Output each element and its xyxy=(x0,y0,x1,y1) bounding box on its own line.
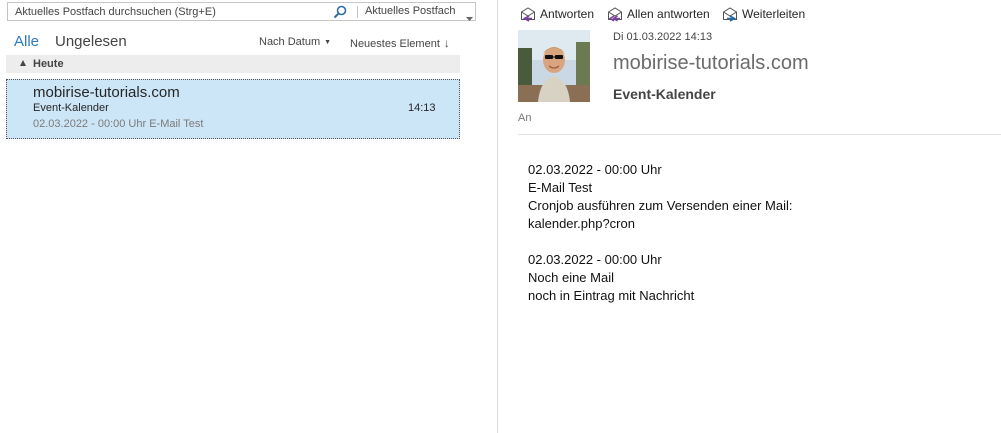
arrow-down-icon: ↓ xyxy=(443,36,450,50)
chevron-down-icon xyxy=(466,9,473,21)
sort-order-label: Neuestes Element xyxy=(350,38,440,50)
body-line: Cronjob ausführen zum Versenden einer Ma… xyxy=(528,198,793,213)
forward-button[interactable]: Weiterleiten xyxy=(722,5,814,23)
body-line: 02.03.2022 - 00:00 Uhr xyxy=(528,162,662,177)
mail-item-preview: 02.03.2022 - 00:00 Uhr E-Mail Test xyxy=(33,118,204,130)
message-body[interactable]: 02.03.2022 - 00:00 Uhr E-Mail Test Cronj… xyxy=(528,161,968,305)
mail-item-subject: Event-Kalender xyxy=(33,102,109,114)
search-scope-label: Aktuelles Postfach xyxy=(365,5,456,17)
sort-order-button[interactable]: Neuestes Element ↓ xyxy=(350,36,450,50)
group-header-today[interactable]: Heute xyxy=(6,55,460,73)
sender-avatar xyxy=(518,30,590,102)
forward-label: Weiterleiten xyxy=(742,7,806,21)
reading-pane: Antworten Allen antworten Weiterleiten D… xyxy=(498,0,1001,433)
reply-all-label: Allen antworten xyxy=(627,7,710,21)
search-box[interactable]: Aktuelles Postfach xyxy=(7,2,476,21)
caret-down-icon: ▼ xyxy=(324,39,332,46)
search-scope-dropdown[interactable]: Aktuelles Postfach xyxy=(365,3,475,21)
reply-label: Antworten xyxy=(540,7,595,21)
reply-icon xyxy=(520,6,537,22)
filter-all-tab[interactable]: Alle xyxy=(14,33,39,50)
reply-all-icon xyxy=(607,6,624,22)
search-scope-divider xyxy=(357,6,358,18)
body-line xyxy=(528,233,968,251)
forward-icon xyxy=(722,6,739,22)
filter-bar: Alle Ungelesen Nach Datum ▼ Neuestes Elem… xyxy=(0,30,470,52)
body-line: Noch eine Mail xyxy=(528,270,614,285)
reply-all-button[interactable]: Allen antworten xyxy=(607,5,715,23)
sort-by-dropdown[interactable]: Nach Datum ▼ xyxy=(259,36,331,48)
body-line: 02.03.2022 - 00:00 Uhr xyxy=(528,252,662,267)
message-subject: Event-Kalender xyxy=(613,86,716,102)
body-line: kalender.php?cron xyxy=(528,216,635,231)
collapse-triangle-icon[interactable] xyxy=(20,60,26,66)
message-date: Di 01.03.2022 14:13 xyxy=(613,31,713,43)
search-input[interactable] xyxy=(8,3,335,20)
search-icon[interactable] xyxy=(333,5,347,19)
mail-item-time: 14:13 xyxy=(408,102,436,114)
filter-unread-tab[interactable]: Ungelesen xyxy=(55,33,127,50)
header-divider xyxy=(518,134,1001,135)
message-sender[interactable]: mobirise-tutorials.com xyxy=(613,52,809,75)
reply-button[interactable]: Antworten xyxy=(520,5,600,23)
sort-by-label: Nach Datum xyxy=(259,36,321,48)
body-line: E-Mail Test xyxy=(528,180,593,195)
message-to-label: An xyxy=(518,112,532,124)
mail-list-item[interactable]: mobirise-tutorials.com Event-Kalender 02… xyxy=(6,79,460,139)
mail-item-sender: mobirise-tutorials.com xyxy=(33,84,180,101)
message-list-pane: Aktuelles Postfach Alle Ungelesen Nach D… xyxy=(0,0,497,433)
group-label: Heute xyxy=(33,58,64,70)
body-line: noch in Eintrag mit Nachricht xyxy=(528,288,695,303)
